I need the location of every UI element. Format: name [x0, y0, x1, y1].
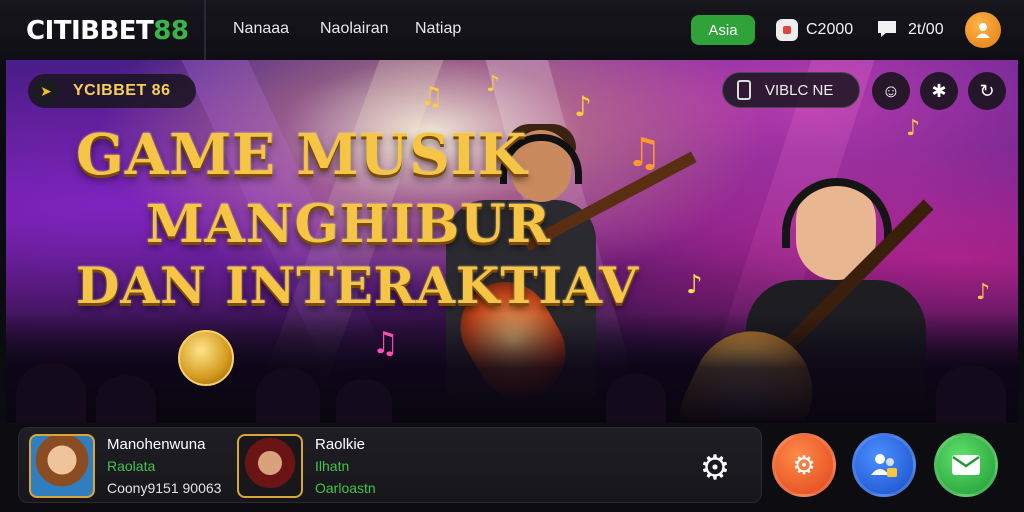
crowd-silhouette	[6, 313, 1018, 423]
brand-badge[interactable]: ➤ YCIBBET 86	[28, 74, 196, 108]
hero-title-line-2: MANGHIBUR	[146, 194, 551, 255]
player-name[interactable]: Raolkie	[315, 436, 365, 453]
user-icon	[976, 23, 990, 38]
player-meta: Coony9151 90063	[107, 480, 222, 496]
users-icon	[871, 454, 897, 477]
coin-balance: C2000	[806, 21, 854, 38]
site-logo[interactable]: CITIBBET88	[26, 16, 189, 46]
video-button-label: VIBLC NE	[765, 81, 834, 99]
player-status: Raolata	[107, 458, 156, 474]
hero-title-line-3: DAN INTERAKTIAV	[76, 256, 640, 315]
player-avatar[interactable]	[29, 434, 95, 498]
phone-icon	[737, 80, 751, 100]
music-note-icon: ♫	[372, 326, 399, 361]
settings-icon[interactable]: ⚙	[695, 448, 735, 488]
message-button[interactable]	[934, 433, 998, 497]
bottom-bar: Manohenwuna Raolata Coony9151 90063 Raol…	[0, 423, 1024, 512]
region-button[interactable]: Asia	[691, 15, 755, 45]
nav-item-1[interactable]: Nanaaa	[233, 20, 289, 38]
chat-count: 2t/00	[908, 21, 944, 38]
logo-number: 88	[153, 16, 189, 46]
music-note-icon: ♫	[626, 130, 662, 176]
music-note-icon: ♪	[686, 270, 703, 300]
top-bar: CITIBBET88 Nanaaa Naolairan Natiap Asia …	[0, 0, 1024, 60]
refresh-icon[interactable]: ↻	[968, 72, 1006, 110]
logo-text: CITIBBET	[26, 16, 154, 46]
settings-icon: ⚙	[792, 449, 816, 480]
hero-banner: ♪ ♫ ♪ ♫ ♪ ♪ ♫ ♪ GAME MUSIK MANGHIBUR DAN…	[6, 60, 1018, 423]
player-panel: Manohenwuna Raolata Coony9151 90063 Raol…	[18, 427, 762, 503]
chat-icon[interactable]	[876, 19, 898, 39]
star-icon[interactable]: ✱	[920, 72, 958, 110]
settings-button[interactable]: ⚙	[772, 433, 836, 497]
brand-badge-label: YCIBBET 86	[73, 82, 171, 99]
player-name[interactable]: Manohenwuna	[107, 436, 205, 453]
lightning-icon: ➤	[33, 78, 59, 104]
video-button[interactable]: VIBLC NE	[722, 72, 860, 108]
music-note-icon: ♪	[906, 116, 921, 141]
gold-coin-icon	[178, 330, 234, 386]
music-note-icon: ♫	[420, 82, 444, 112]
player-status: Ilhatn	[315, 458, 350, 474]
profile-avatar[interactable]	[965, 12, 1001, 48]
users-button[interactable]	[852, 433, 916, 497]
smile-icon[interactable]: ☺	[872, 72, 910, 110]
header-divider	[204, 0, 206, 60]
player-meta: Oarloastn	[315, 480, 376, 496]
player-avatar[interactable]	[237, 434, 303, 498]
nav-item-3[interactable]: Natiap	[415, 20, 461, 38]
coin-icon	[776, 19, 798, 41]
music-note-icon: ♪	[976, 280, 991, 305]
nav-item-2[interactable]: Naolairan	[320, 20, 388, 38]
message-icon	[952, 455, 980, 475]
music-note-icon: ♪	[486, 72, 501, 97]
music-note-icon: ♪	[574, 90, 592, 123]
hero-title-line-1: GAME MUSIK	[76, 122, 528, 188]
